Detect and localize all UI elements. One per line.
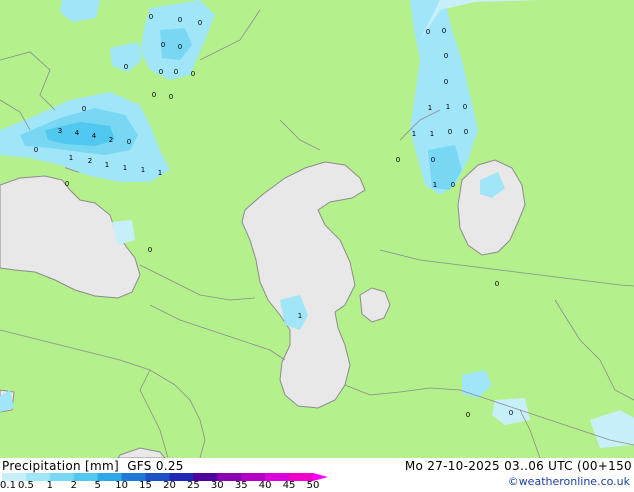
value-label: 0 — [191, 70, 195, 78]
map-canvas: 0 0 0 0 0 0 0 0 0 0 0 0 3 4 4 2 0 1 2 1 … — [0, 0, 634, 458]
value-label: 0 — [82, 105, 86, 113]
legend-labels: 0.1 0.5 1 2 5 10 15 20 25 30 35 40 45 50 — [0, 480, 340, 492]
value-label: 0 — [464, 128, 468, 136]
value-label: 0 — [495, 280, 499, 288]
legend-tick-label: 20 — [163, 480, 176, 491]
value-label: 0 — [426, 28, 430, 36]
legend-tick-label: 15 — [139, 480, 152, 491]
value-label: 0 — [198, 19, 202, 27]
value-label: 4 — [92, 132, 97, 140]
value-label: 0 — [442, 27, 446, 35]
value-label: 0 — [152, 91, 156, 99]
value-label: 0 — [34, 146, 38, 154]
model-name: GFS 0.25 — [127, 459, 184, 473]
value-label: 0 — [444, 78, 448, 86]
value-label: 4 — [75, 129, 80, 137]
value-label: 1 — [69, 154, 73, 162]
value-label: 1 — [123, 164, 127, 172]
value-label: 0 — [159, 68, 163, 76]
value-label: 1 — [141, 166, 145, 174]
value-label: 1 — [158, 169, 162, 177]
precipitation-map: 0 0 0 0 0 0 0 0 0 0 0 0 3 4 4 2 0 1 2 1 … — [0, 0, 634, 458]
legend-tick-label: 30 — [210, 480, 224, 491]
legend-tick-label: 40 — [258, 480, 272, 491]
legend-tick-label: 1 — [46, 480, 54, 491]
value-label: 0 — [463, 103, 467, 111]
legend-tick-label: 50 — [306, 480, 320, 491]
value-label: 1 — [446, 103, 450, 111]
value-label: 1 — [428, 104, 432, 112]
legend-tick-label: 5 — [94, 480, 101, 491]
value-label: 2 — [88, 157, 92, 165]
value-label: 0 — [448, 128, 452, 136]
legend-tick-label: 45 — [282, 480, 296, 491]
value-label: 0 — [65, 180, 69, 188]
value-label: 0 — [451, 181, 455, 189]
value-label: 0 — [161, 41, 165, 49]
value-label: 0 — [178, 43, 182, 51]
value-label: 0 — [174, 68, 178, 76]
value-label: 0 — [148, 246, 152, 254]
value-label: 0 — [466, 411, 470, 419]
legend-tick-label: 2 — [70, 480, 77, 491]
value-label: 1 — [430, 130, 434, 138]
value-label: 0 — [149, 13, 153, 21]
value-label: 0 — [444, 52, 448, 60]
legend-tick-label: 0.5 — [17, 480, 34, 491]
value-label: 0 — [124, 63, 128, 71]
value-label: 0 — [396, 156, 400, 164]
credit-link[interactable]: ©weatheronline.co.uk — [508, 475, 630, 488]
value-label: 1 — [105, 161, 109, 169]
value-label: 3 — [58, 127, 62, 135]
value-label: 0 — [509, 409, 513, 417]
product-name: Precipitation [mm] — [2, 459, 119, 473]
value-label: 0 — [127, 138, 131, 146]
value-label: 0 — [169, 93, 173, 101]
value-label: 1 — [298, 312, 302, 320]
value-label: 1 — [433, 181, 437, 189]
value-label: 1 — [412, 130, 416, 138]
legend-tick-label: 10 — [115, 480, 128, 491]
legend-tick-label: 35 — [234, 480, 248, 491]
product-title: Precipitation [mm] GFS 0.25 — [2, 459, 184, 473]
value-label: 0 — [178, 16, 182, 24]
legend-tick-label: 0.1 — [0, 480, 16, 491]
value-label: 2 — [109, 136, 113, 144]
value-label: 0 — [431, 156, 435, 164]
valid-time: Mo 27-10-2025 03..06 UTC (00+150 — [404, 459, 632, 473]
legend-tick-label: 25 — [187, 480, 200, 491]
map-footer: Precipitation [mm] GFS 0.25 Mo 27-10-202… — [0, 458, 634, 492]
